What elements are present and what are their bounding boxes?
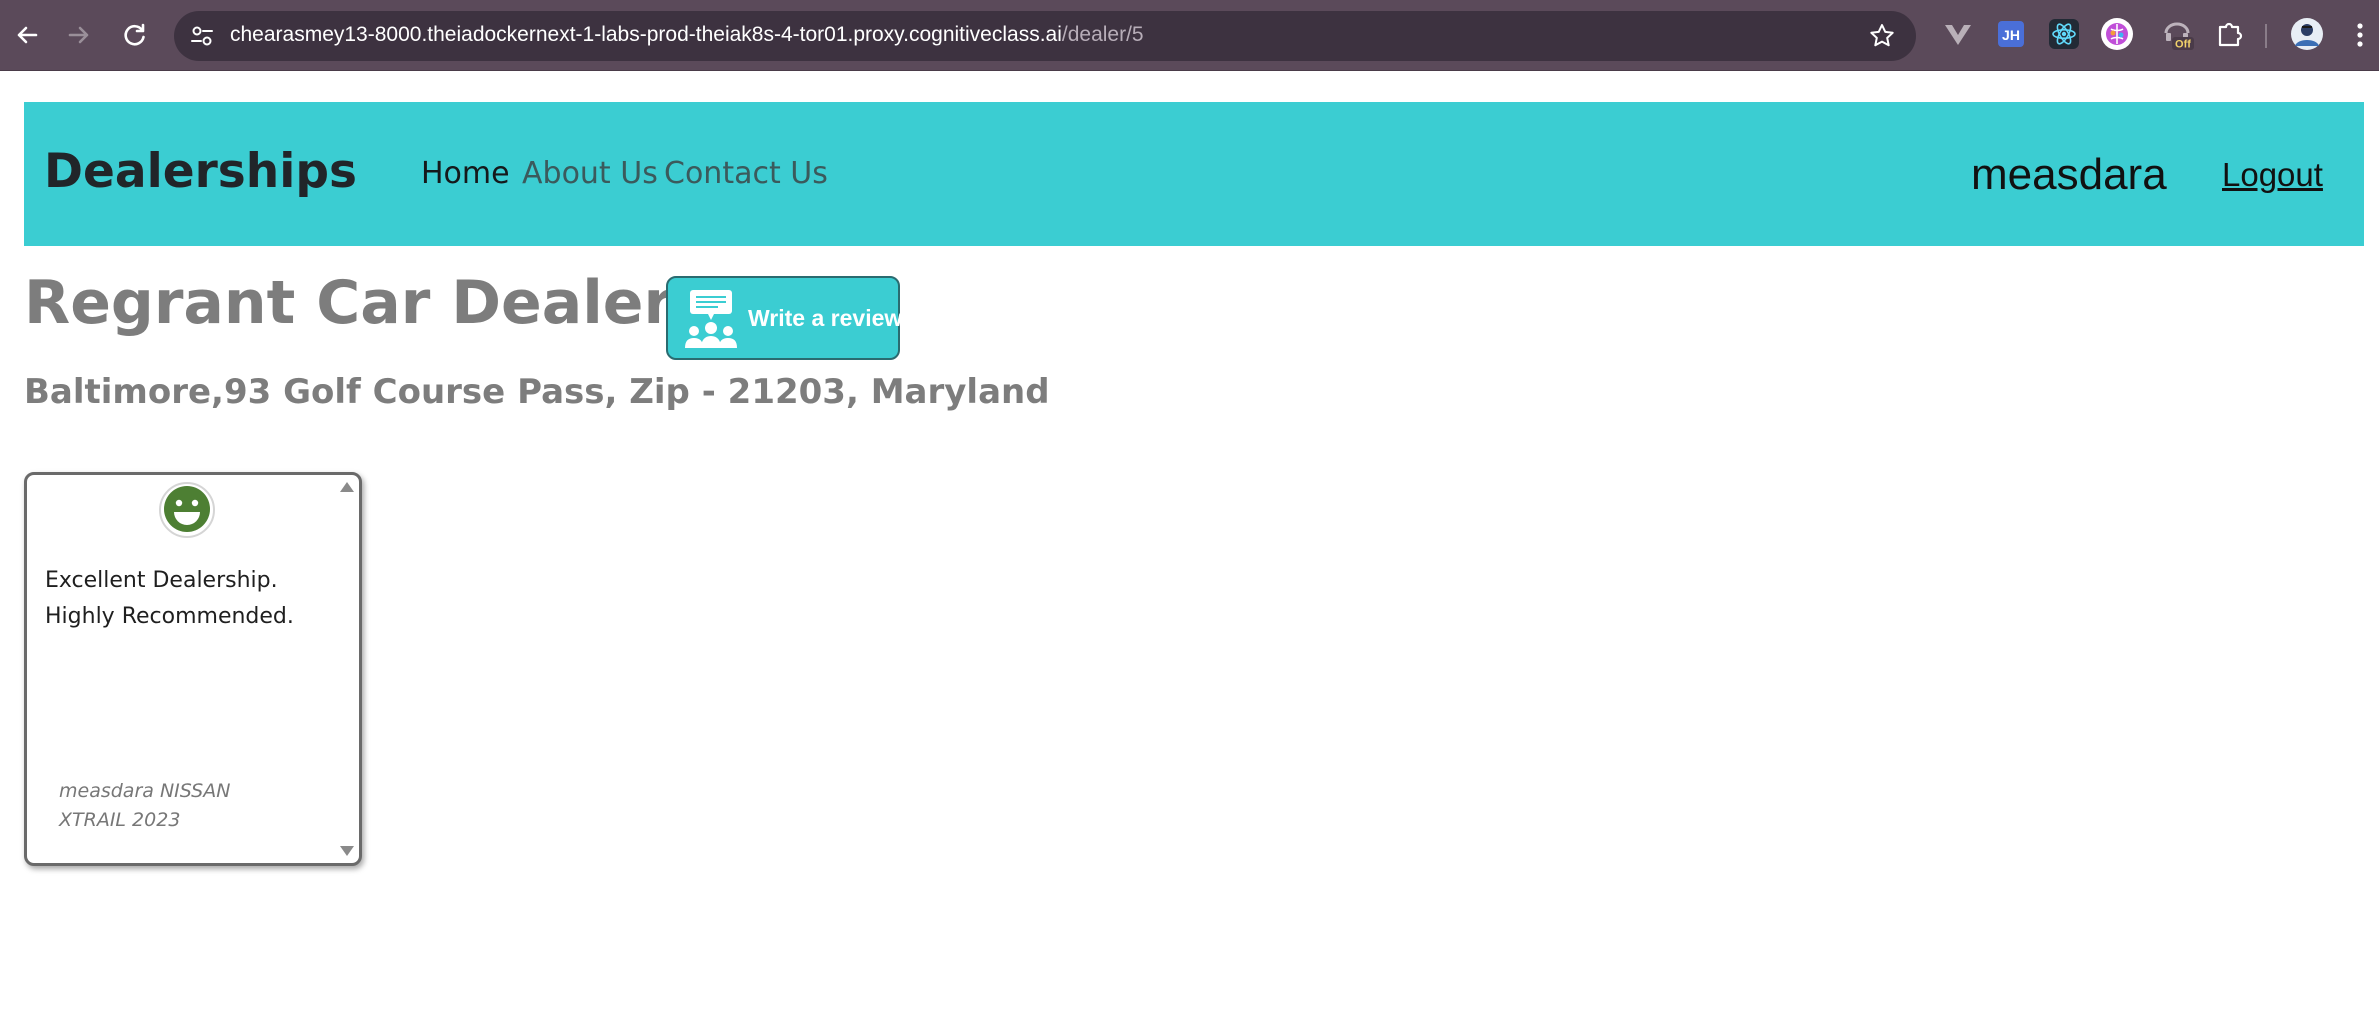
brand-title[interactable]: Dealerships: [44, 144, 357, 199]
dealer-address: Baltimore,93 Golf Course Pass, Zip - 212…: [24, 372, 1050, 412]
nav-link-about[interactable]: About Us: [522, 156, 658, 191]
jh-extension-icon[interactable]: JH: [1994, 17, 2028, 51]
site-info-icon[interactable]: [188, 22, 216, 50]
review-people-icon: [685, 290, 737, 348]
forward-arrow-icon[interactable]: [64, 20, 94, 50]
browser-toolbar: chearasmey13-8000.theiadockernext-1-labs…: [0, 0, 2379, 71]
username-label: measdara: [1971, 150, 2167, 199]
url-path: /dealer/5: [1061, 23, 1144, 46]
extensions-puzzle-icon[interactable]: [2212, 17, 2246, 51]
positive-smiley-icon: [159, 482, 215, 538]
scroll-up-arrow-icon[interactable]: [339, 481, 355, 493]
write-review-button[interactable]: Write a review: [666, 276, 903, 360]
review-text: Excellent Dealership. Highly Recommended…: [45, 568, 294, 629]
bookmark-star-icon[interactable]: [1868, 22, 1896, 50]
address-bar[interactable]: chearasmey13-8000.theiadockernext-1-labs…: [174, 11, 1916, 61]
off-badge: Off: [2175, 39, 2191, 51]
review-author-car: measdara NISSAN XTRAIL 2023: [59, 780, 231, 831]
scroll-down-arrow-icon[interactable]: [339, 845, 355, 857]
react-devtools-icon[interactable]: [2047, 17, 2081, 51]
off-extension-icon[interactable]: Off: [2160, 17, 2194, 51]
url-text[interactable]: chearasmey13-8000.theiadockernext-1-labs…: [230, 23, 1144, 47]
site-navbar: Dealerships Home About Us Contact Us mea…: [24, 102, 2364, 246]
toolbar-divider: [2265, 24, 2267, 48]
back-arrow-icon[interactable]: [12, 20, 42, 50]
write-review-label: Write a review: [748, 305, 903, 331]
kebab-menu-icon[interactable]: [2350, 18, 2370, 52]
nav-link-contact[interactable]: Contact Us: [664, 156, 828, 191]
vue-devtools-icon[interactable]: [1941, 17, 1975, 51]
logout-link[interactable]: Logout: [2222, 156, 2323, 194]
profile-avatar[interactable]: [2290, 17, 2324, 51]
url-host: chearasmey13-8000.theiadockernext-1-labs…: [230, 23, 1062, 46]
review-card: Excellent Dealership. Highly Recommended…: [24, 472, 362, 866]
jh-label: JH: [2002, 27, 2020, 43]
brain-extension-icon[interactable]: [2100, 17, 2134, 51]
reload-icon[interactable]: [120, 20, 150, 50]
nav-link-home[interactable]: Home: [421, 156, 510, 191]
